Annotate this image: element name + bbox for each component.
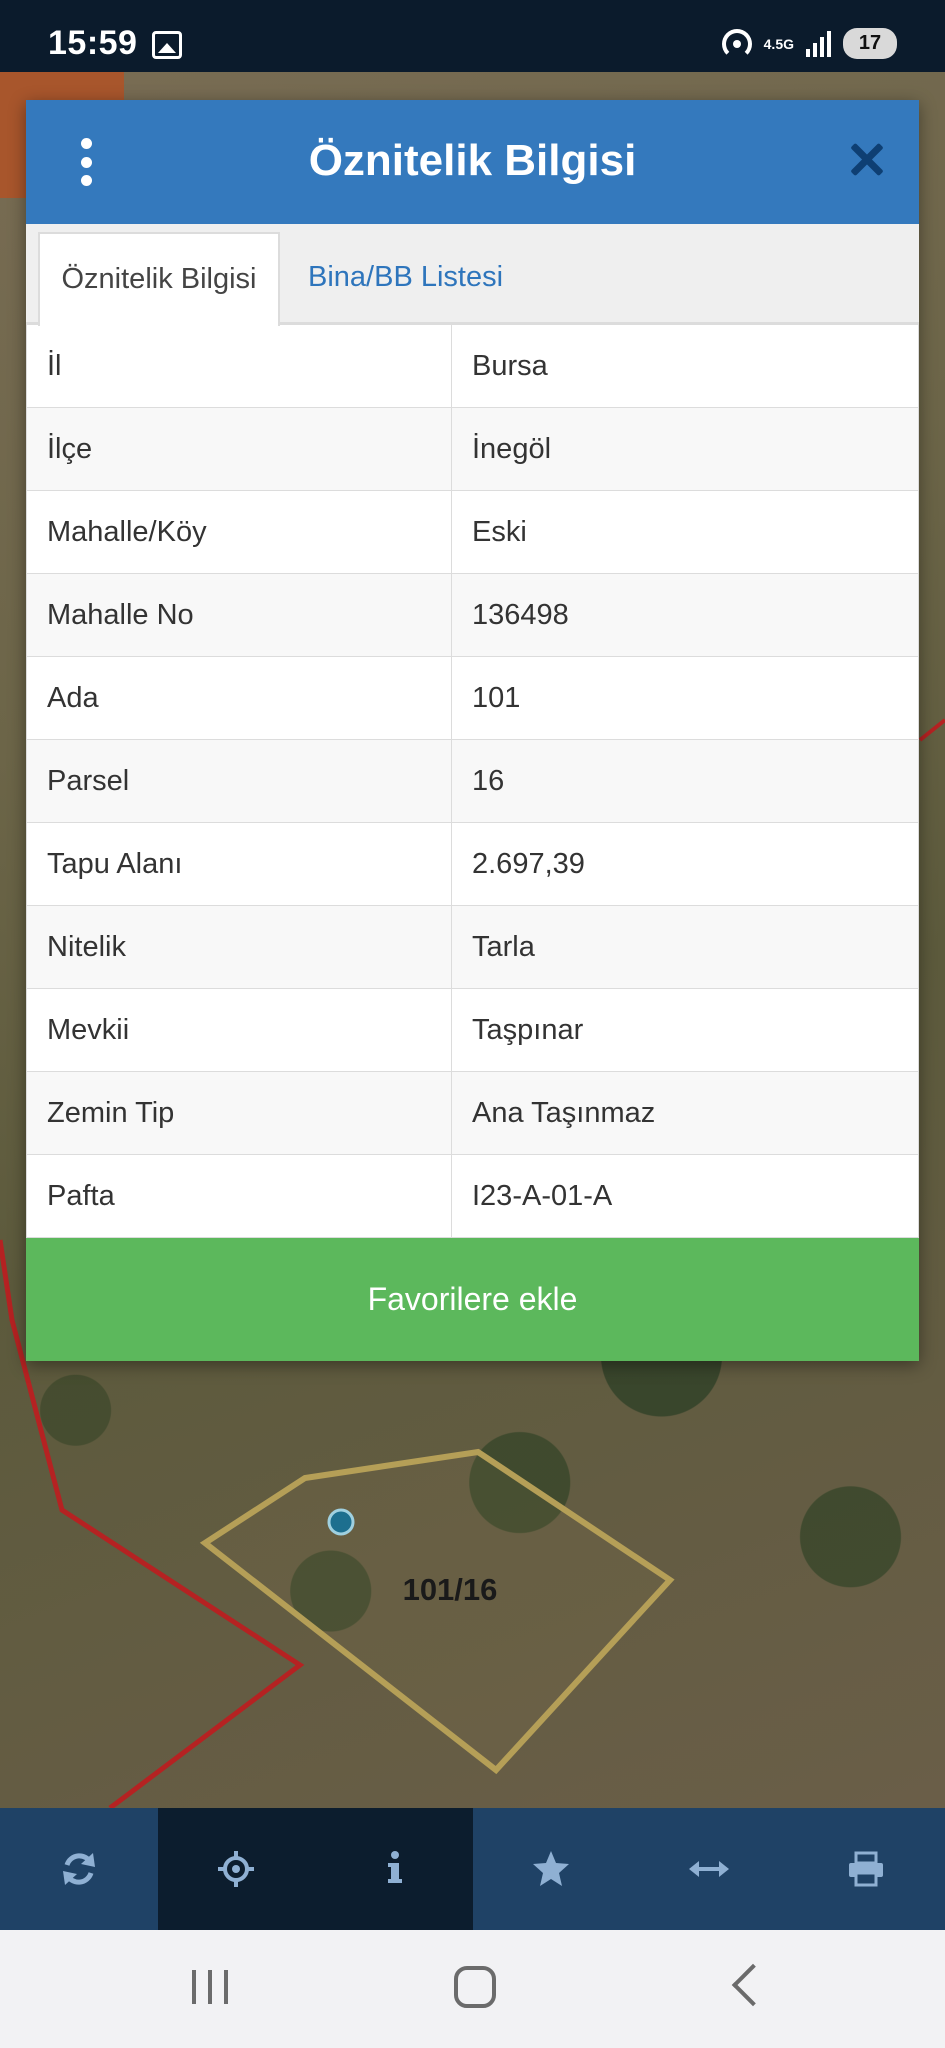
parcel-label: 101/16 [403, 1572, 498, 1607]
table-row: Mahalle/Köy Eski [26, 490, 919, 574]
table-row: İlçe İnegöl [26, 407, 919, 491]
attribute-dialog: Öznitelik Bilgisi Öznitelik Bilgisi Bina… [26, 100, 919, 1361]
info-button[interactable] [315, 1808, 473, 1930]
row-key: Mahalle/Köy [26, 490, 452, 574]
row-value: 2.697,39 [451, 822, 919, 906]
table-row: Mahalle No 136498 [26, 573, 919, 657]
star-icon [533, 1851, 570, 1886]
table-row: Ada 101 [26, 656, 919, 740]
battery-indicator: 17 [843, 28, 897, 59]
print-button[interactable] [788, 1808, 945, 1930]
refresh-icon [62, 1853, 95, 1885]
row-key: Zemin Tip [26, 1071, 452, 1155]
table-row: İl Bursa [26, 324, 919, 408]
row-key: Tapu Alanı [26, 822, 452, 906]
row-key: Pafta [26, 1154, 452, 1238]
tab-bar: Öznitelik Bilgisi Bina/BB Listesi [26, 224, 919, 326]
dialog-title: Öznitelik Bilgisi [308, 136, 637, 185]
close-icon[interactable] [843, 136, 891, 184]
status-time: 15:59 [48, 24, 138, 62]
map-toolbar [0, 1808, 945, 1930]
tab-building-list[interactable]: Bina/BB Listesi [286, 232, 525, 326]
table-row: Zemin Tip Ana Taşınmaz [26, 1071, 919, 1155]
row-key: Mevkii [26, 988, 452, 1072]
row-key: İlçe [26, 407, 452, 491]
row-key: Nitelik [26, 905, 452, 989]
network-type-label: 4.5G [763, 35, 794, 52]
dialog-header: Öznitelik Bilgisi [26, 100, 919, 224]
row-key: İl [26, 324, 452, 408]
table-row: Nitelik Tarla [26, 905, 919, 989]
info-icon [387, 1851, 402, 1883]
locate-icon [218, 1851, 255, 1887]
row-value: 101 [451, 656, 919, 740]
row-value: I23-A-01-A [451, 1154, 919, 1238]
table-row: Pafta I23-A-01-A [26, 1154, 919, 1238]
table-row: Parsel 16 [26, 739, 919, 823]
row-key: Mahalle No [26, 573, 452, 657]
parcel-outline[interactable] [199, 1448, 675, 1775]
locate-button[interactable] [157, 1808, 315, 1930]
row-value: Ana Taşınmaz [451, 1071, 919, 1155]
row-value: 136498 [451, 573, 919, 657]
measure-icon [688, 1861, 729, 1877]
signal-icon [806, 30, 831, 57]
home-icon[interactable] [454, 1966, 496, 2008]
print-icon [849, 1851, 884, 1887]
measure-button[interactable] [630, 1808, 788, 1930]
table-row: Tapu Alanı 2.697,39 [26, 822, 919, 906]
table-row: Mevkii Taşpınar [26, 988, 919, 1072]
hotspot-icon [721, 28, 752, 59]
row-value: 16 [451, 739, 919, 823]
add-favorite-button[interactable]: Favorilere ekle [26, 1238, 919, 1361]
boundary-line-right [918, 718, 945, 742]
status-icons: 4.5G 17 [721, 28, 897, 59]
row-value: Eski [451, 490, 919, 574]
row-value: İnegöl [451, 407, 919, 491]
row-value: Tarla [451, 905, 919, 989]
refresh-button[interactable] [0, 1808, 158, 1930]
row-value: Taşpınar [451, 988, 919, 1072]
row-key: Ada [26, 656, 452, 740]
favorites-button[interactable] [473, 1808, 631, 1930]
tab-attributes[interactable]: Öznitelik Bilgisi [38, 232, 280, 326]
row-value: Bursa [451, 324, 919, 408]
status-bar: 15:59 4.5G 17 [0, 0, 945, 72]
system-nav-bar [0, 1930, 945, 2048]
attribute-table: İl Bursa İlçe İnegöl Mahalle/Köy Eski Mahal… [26, 324, 919, 1238]
row-key: Parsel [26, 739, 452, 823]
gallery-notification-icon [152, 31, 182, 59]
recents-icon[interactable] [192, 1970, 228, 2004]
location-marker [327, 1508, 355, 1536]
back-icon[interactable] [731, 1963, 775, 2007]
